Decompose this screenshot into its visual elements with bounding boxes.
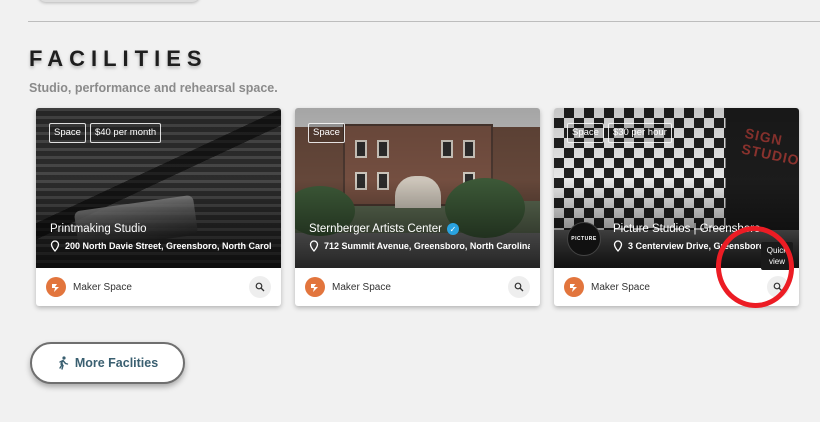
card-image[interactable]: Space $40 per month Printmaking Studio 2… (36, 108, 281, 268)
type-badge: Space (49, 123, 86, 143)
location-pin-icon (613, 240, 623, 252)
card-badges: Space $30 per hour (567, 123, 672, 143)
maker-space-icon (46, 277, 66, 297)
verified-check-icon: ✓ (446, 223, 459, 235)
maker-space-icon (564, 277, 584, 297)
section-title: FACILITIES (29, 46, 208, 71)
location-pin-icon (50, 240, 60, 252)
previous-section-button[interactable] (38, 0, 200, 2)
more-facilities-button[interactable]: More Faclities (30, 342, 185, 384)
type-badge: Space (308, 123, 345, 143)
facility-card-sternberger-artists-center[interactable]: Space Sternberger Artists Center ✓ 712 S… (295, 108, 540, 306)
magnify-icon (514, 282, 524, 292)
section-divider (28, 21, 820, 22)
location-pin-icon (309, 240, 319, 252)
category-label: Maker Space (332, 281, 391, 293)
card-badges: Space $40 per month (49, 123, 162, 143)
card-footer: Maker Space (295, 268, 540, 306)
studio-logo: PICTURE (567, 222, 601, 256)
card-footer: Maker Space (36, 268, 281, 306)
quick-view-button[interactable] (508, 276, 530, 298)
walking-person-icon (59, 356, 69, 370)
category-label: Maker Space (73, 281, 132, 293)
price-badge: $40 per month (89, 123, 162, 143)
facility-card-printmaking-studio[interactable]: Space $40 per month Printmaking Studio 2… (36, 108, 281, 306)
card-address: 200 North Davie Street, Greensboro, Nort… (50, 240, 271, 252)
card-badges: Space (308, 123, 345, 143)
magnify-icon (255, 282, 265, 292)
card-title[interactable]: Sternberger Artists Center ✓ (309, 223, 532, 235)
card-address: 712 Summit Avenue, Greensboro, North Car… (309, 240, 530, 252)
section-subtitle: Studio, performance and rehearsal space. (29, 81, 278, 95)
maker-space-icon (305, 277, 325, 297)
type-badge: Space (567, 123, 604, 143)
price-badge: $30 per hour (607, 123, 672, 143)
category-label: Maker Space (591, 281, 650, 293)
card-image[interactable]: Space Sternberger Artists Center ✓ 712 S… (295, 108, 540, 268)
more-facilities-label: More Faclities (74, 356, 159, 370)
quick-view-button[interactable] (249, 276, 271, 298)
card-title[interactable]: Printmaking Studio (50, 223, 273, 235)
